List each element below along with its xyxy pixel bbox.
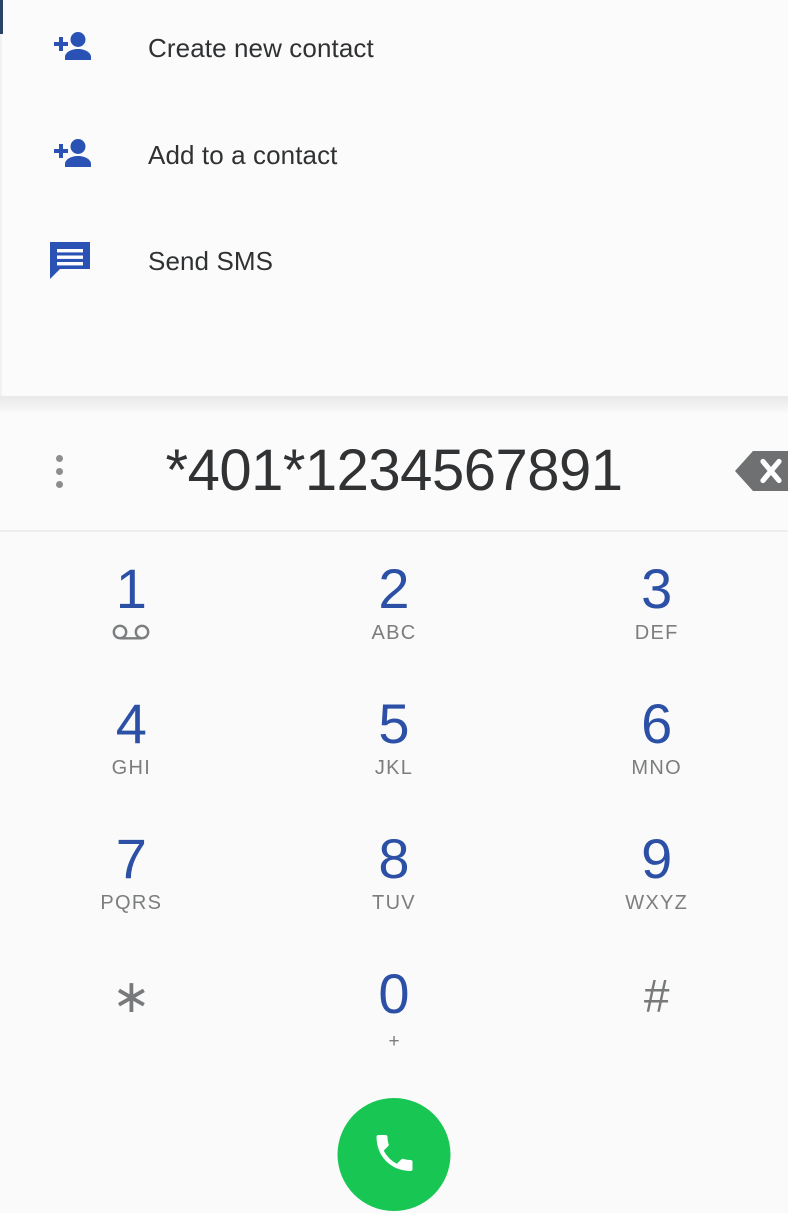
key-sub-label: DEF xyxy=(634,621,679,644)
dialpad: 1 2 ABC 3 DEF 4 GHI 5 JKL 6 MNO 7 PQRS 8… xyxy=(0,540,788,1080)
dialed-number-field[interactable]: *401*1234567891 xyxy=(92,442,696,500)
sheet-divider xyxy=(0,396,788,412)
action-item-create-new-contact[interactable]: Create new contact xyxy=(2,13,788,83)
dialpad-row: 4 GHI 5 JKL 6 MNO xyxy=(0,675,788,810)
action-item-add-to-a-contact[interactable]: Add to a contact xyxy=(2,120,788,190)
key-digit: 7 xyxy=(115,827,147,890)
person-add-icon xyxy=(46,135,102,175)
dialer-screen: Create new contact Add to a contact Send… xyxy=(0,0,788,1213)
action-item-label: Add to a contact xyxy=(148,139,338,170)
key-digit: 2 xyxy=(378,557,410,620)
dialpad-key-7[interactable]: 7 PQRS xyxy=(0,810,263,945)
key-digit: 1 xyxy=(115,557,147,620)
dialpad-key-3[interactable]: 3 DEF xyxy=(525,540,788,675)
key-digit: # xyxy=(643,970,670,1022)
dialpad-key-0[interactable]: 0 + xyxy=(263,945,526,1080)
key-digit: 5 xyxy=(378,692,410,755)
dialpad-row: 1 2 ABC 3 DEF xyxy=(0,540,788,675)
call-button[interactable] xyxy=(337,1098,451,1211)
dialpad-row: ∗ 0 + # xyxy=(0,945,788,1080)
dialpad-key-9[interactable]: 9 WXYZ xyxy=(525,810,788,945)
action-item-label: Create new contact xyxy=(148,32,374,63)
key-sub-label: + xyxy=(388,1031,400,1052)
action-item-label: Send SMS xyxy=(148,245,274,276)
dialpad-key-2[interactable]: 2 ABC xyxy=(263,540,526,675)
key-digit: 8 xyxy=(378,827,410,890)
key-sub-label: WXYZ xyxy=(625,891,689,914)
key-digit: 4 xyxy=(115,692,147,755)
backspace-icon[interactable] xyxy=(732,445,788,497)
more-vert-icon[interactable] xyxy=(44,445,74,497)
key-digit: 6 xyxy=(641,692,673,755)
dialpad-key-8[interactable]: 8 TUV xyxy=(263,810,526,945)
dialpad-row: 7 PQRS 8 TUV 9 WXYZ xyxy=(0,810,788,945)
key-digit: 9 xyxy=(641,827,673,890)
dialpad-key-6[interactable]: 6 MNO xyxy=(525,675,788,810)
voicemail-icon xyxy=(109,622,153,644)
action-item-send-sms[interactable]: Send SMS xyxy=(2,226,788,296)
dialpad-key-5[interactable]: 5 JKL xyxy=(263,675,526,810)
dialpad-key-hash[interactable]: # xyxy=(525,945,788,1080)
key-digit: ∗ xyxy=(112,970,151,1022)
dialpad-key-4[interactable]: 4 GHI xyxy=(0,675,263,810)
screen-edge-artifact xyxy=(0,0,3,34)
key-digit: 3 xyxy=(641,557,673,620)
phone-call-icon xyxy=(370,1129,418,1180)
key-sub-label: JKL xyxy=(374,756,414,779)
key-sub-label: PQRS xyxy=(100,891,163,914)
key-digit: 0 xyxy=(378,962,410,1025)
key-sub-label: ABC xyxy=(371,621,417,644)
dialpad-key-1[interactable]: 1 xyxy=(0,540,263,675)
dial-display-row: *401*1234567891 xyxy=(0,412,788,532)
key-sub-label: TUV xyxy=(372,891,416,914)
dialpad-key-star[interactable]: ∗ xyxy=(0,945,263,1080)
action-sheet: Create new contact Add to a contact Send… xyxy=(0,0,788,396)
key-sub-label: GHI xyxy=(111,756,152,779)
key-sub-label: MNO xyxy=(631,756,682,779)
sms-message-icon xyxy=(46,239,102,283)
person-add-icon xyxy=(46,28,102,68)
